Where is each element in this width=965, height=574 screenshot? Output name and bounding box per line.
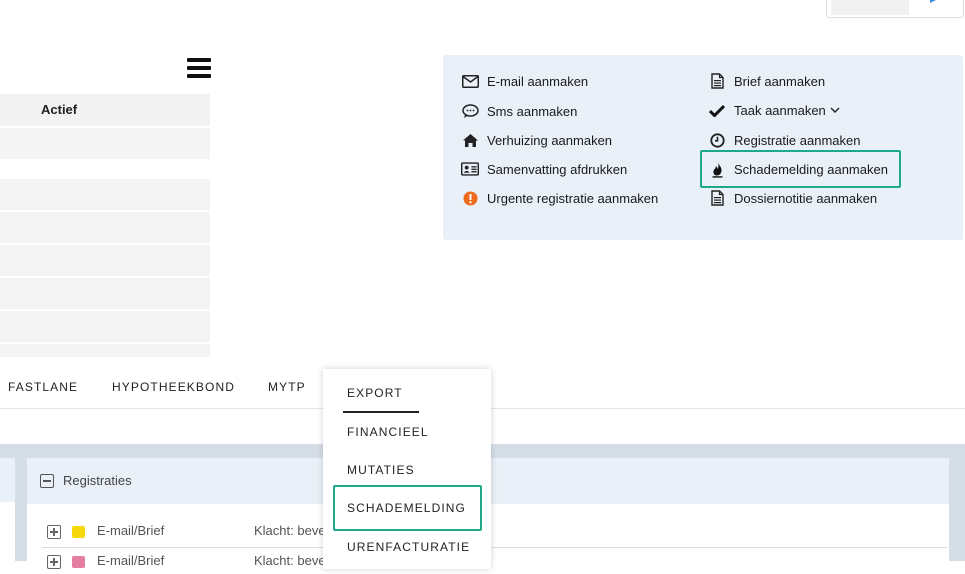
action-label: Urgente registratie aanmaken	[487, 190, 659, 206]
action-registratie-aanmaken[interactable]: Registratie aanmaken	[708, 129, 860, 151]
expand-icon[interactable]	[47, 555, 61, 569]
menu-item-schademelding[interactable]: SCHADEMELDING	[347, 501, 466, 515]
action-label: Samenvatting afdrukken	[487, 161, 628, 177]
action-label: Brief aanmaken	[734, 73, 826, 89]
row-type: E-mail/Brief	[97, 523, 165, 538]
table-row[interactable]	[0, 311, 210, 342]
table-header: Actief	[0, 94, 210, 126]
action-label: Registratie aanmaken	[734, 132, 861, 148]
menu-item-mutaties[interactable]: MUTATIES	[347, 463, 415, 477]
action-taak-aanmaken[interactable]: Taak aanmaken	[708, 99, 840, 121]
table-row[interactable]	[0, 179, 210, 210]
action-label: Dossiernotitie aanmaken	[734, 190, 878, 206]
menu-item-active-underline	[343, 411, 419, 413]
document-icon	[708, 72, 726, 90]
registraties-title: Registraties	[63, 473, 132, 488]
collapse-icon[interactable]	[40, 474, 54, 488]
menu-item-urenfacturatie[interactable]: URENFACTURATIE	[347, 540, 470, 554]
action-sms-aanmaken[interactable]: Sms aanmaken	[461, 100, 577, 122]
flame-icon	[708, 160, 726, 178]
expand-icon[interactable]	[47, 525, 61, 539]
action-samenvatting-afdrukken[interactable]: Samenvatting afdrukken	[461, 158, 627, 180]
home-icon	[461, 131, 479, 149]
table-row[interactable]	[0, 344, 210, 357]
checkmark-icon	[708, 101, 726, 119]
top-search-box[interactable]	[826, 0, 964, 18]
tab-mytp[interactable]: MYTP	[268, 380, 306, 394]
color-swatch	[72, 526, 85, 538]
action-urgente-registratie-aanmaken[interactable]: Urgente registratie aanmaken	[461, 187, 658, 209]
table-row[interactable]	[0, 245, 210, 276]
color-swatch	[72, 556, 85, 568]
id-card-icon	[461, 160, 479, 178]
tab-hypotheekbond[interactable]: HYPOTHEEKBOND	[112, 380, 235, 394]
action-label: Sms aanmaken	[487, 103, 578, 119]
action-dossiernotitie-aanmaken[interactable]: Dossiernotitie aanmaken	[708, 187, 877, 209]
table-row[interactable]	[0, 278, 210, 309]
exclamation-circle-icon	[461, 189, 479, 207]
chat-bubble-icon	[461, 102, 479, 120]
top-search-field[interactable]	[831, 0, 909, 15]
clock-icon	[708, 131, 726, 149]
send-arrow-icon[interactable]	[929, 0, 939, 5]
action-email-aanmaken[interactable]: E-mail aanmaken	[461, 70, 588, 92]
table-row[interactable]	[0, 212, 210, 243]
action-label: E-mail aanmaken	[487, 73, 589, 89]
dropdown-menu: EXPORT FINANCIEEL MUTATIES SCHADEMELDING…	[323, 369, 491, 569]
hamburger-menu-icon[interactable]	[187, 57, 211, 79]
table-row[interactable]	[0, 128, 210, 159]
action-schademelding-aanmaken[interactable]: Schademelding aanmaken	[708, 158, 888, 180]
menu-item-export[interactable]: EXPORT	[347, 386, 403, 400]
menu-item-financieel[interactable]: FINANCIEEL	[347, 425, 429, 439]
column-header-actief[interactable]: Actief	[41, 102, 77, 117]
action-label: Schademelding aanmaken	[734, 161, 888, 177]
left-panel	[0, 458, 15, 561]
action-brief-aanmaken[interactable]: Brief aanmaken	[708, 70, 825, 92]
action-verhuizing-aanmaken[interactable]: Verhuizing aanmaken	[461, 129, 612, 151]
action-label: Taak aanmaken	[734, 102, 826, 118]
action-label: Verhuizing aanmaken	[487, 132, 613, 148]
row-description: Klacht: beve	[254, 523, 326, 538]
tab-fastlane[interactable]: FASTLANE	[8, 380, 78, 394]
envelope-icon	[461, 72, 479, 90]
chevron-down-icon[interactable]	[830, 107, 840, 114]
document-icon	[708, 189, 726, 207]
